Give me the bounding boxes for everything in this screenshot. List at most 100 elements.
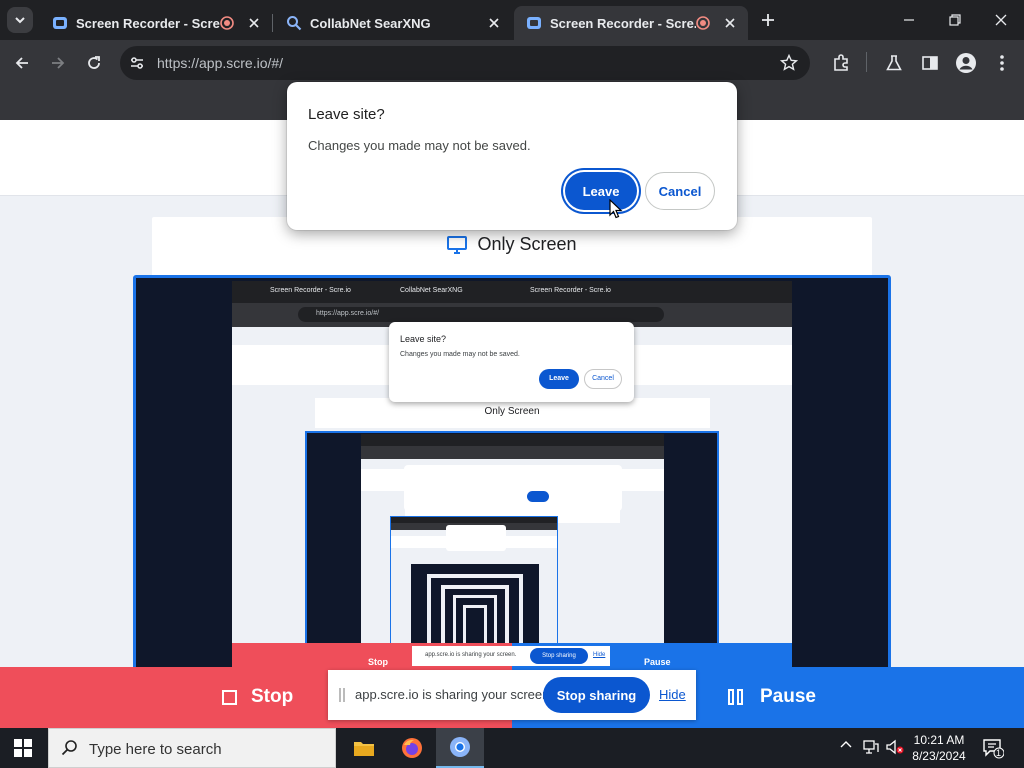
windows-taskbar: Type here to search 10:21 AM 8/23/2024 1: [0, 728, 1024, 768]
stop-square-icon: [222, 689, 237, 705]
screen-recorder-favicon-icon: [527, 17, 541, 29]
tab-collabnet-searxng[interactable]: CollabNet SearXNG: [274, 6, 512, 40]
tab-separator: [272, 14, 273, 32]
close-tab-icon[interactable]: [722, 15, 738, 31]
tab-title: Screen Recorder - Scre.io: [550, 15, 696, 31]
search-placeholder: Type here to search: [89, 741, 222, 758]
only-screen-label: Only Screen: [477, 234, 577, 254]
preview-level-3: [390, 516, 558, 646]
tab-title: Screen Recorder - Scre.io: [76, 15, 220, 31]
cancel-button[interactable]: Cancel: [645, 172, 715, 210]
system-clock[interactable]: 10:21 AM 8/23/2024: [908, 732, 970, 764]
drag-handle-icon[interactable]: [339, 688, 345, 702]
preview-dialog: Leave site? Changes you made may not be …: [389, 322, 634, 402]
preview-stop: Stop: [368, 657, 388, 667]
screen-preview: Screen Recorder - Scre.io CollabNet Sear…: [133, 275, 891, 667]
preview-dialog-message: Changes you made may not be saved.: [400, 351, 520, 358]
close-window-button[interactable]: [978, 0, 1024, 40]
clock-date: 8/23/2024: [912, 749, 966, 763]
leave-site-dialog: Leave site? Changes you made may not be …: [287, 82, 737, 230]
taskbar-search-box[interactable]: Type here to search: [48, 728, 336, 768]
side-panel-button[interactable]: [919, 52, 941, 74]
recording-icon: [696, 16, 710, 30]
notification-badge: 1: [996, 748, 1002, 758]
labs-button[interactable]: [883, 52, 905, 74]
chevron-up-icon[interactable]: [839, 738, 853, 752]
pause-recording-button[interactable]: Pause: [728, 686, 816, 708]
toolbar-divider: [866, 52, 867, 72]
search-icon: [61, 740, 77, 756]
side-panel-icon: [922, 56, 938, 70]
arrow-right-icon: [52, 57, 65, 69]
preview-only-screen: Only Screen: [484, 406, 540, 417]
pause-label: Pause: [760, 686, 816, 707]
chrome-taskbar-button[interactable]: [436, 728, 484, 768]
preview-level-2: [361, 434, 664, 667]
reload-button[interactable]: [80, 49, 108, 77]
close-icon: [995, 14, 1007, 26]
back-button[interactable]: [8, 49, 36, 77]
minimize-button[interactable]: [886, 0, 932, 40]
clock-time: 10:21 AM: [913, 733, 965, 747]
dialog-message: Changes you made may not be saved.: [308, 138, 531, 153]
new-tab-button[interactable]: [756, 8, 780, 32]
tab-title: CollabNet SearXNG: [310, 15, 431, 31]
reload-icon: [88, 56, 100, 69]
stop-sharing-button[interactable]: Stop sharing: [543, 677, 650, 713]
close-tab-icon[interactable]: [246, 15, 262, 31]
preview-recorder-bar: Stop app.scre.io is sharing your screen.…: [232, 643, 792, 667]
hide-link[interactable]: Hide: [659, 687, 686, 702]
restore-button[interactable]: [932, 0, 978, 40]
flask-icon: [886, 55, 902, 71]
leave-button[interactable]: Leave: [565, 172, 637, 210]
preview-level-2-frame: [305, 431, 719, 667]
pause-icon: [728, 689, 746, 705]
stop-label: Stop: [251, 686, 294, 707]
menu-button[interactable]: [991, 52, 1013, 74]
tab-screen-recorder-active[interactable]: Screen Recorder - Scre.io: [514, 6, 748, 40]
preview-pause: Pause: [644, 657, 671, 667]
firefox-icon: [402, 738, 422, 758]
sharing-status-text: app.scre.io is sharing your screen.: [355, 687, 553, 702]
monitor-icon: [447, 235, 468, 254]
preview-tab-3: Screen Recorder - Scre.io: [530, 287, 611, 294]
preview-tab-2: CollabNet SearXNG: [400, 287, 463, 294]
profile-button[interactable]: [955, 52, 977, 74]
folder-icon: [354, 742, 374, 756]
extensions-button[interactable]: [830, 52, 852, 74]
screen-recorder-favicon-icon: [53, 17, 67, 29]
restore-icon: [949, 14, 961, 26]
preview-hide: Hide: [593, 652, 606, 658]
notification-center-button[interactable]: 1: [982, 737, 1005, 764]
file-explorer-taskbar-button[interactable]: [340, 728, 388, 768]
browser-toolbar: https://app.scre.io/#/: [0, 40, 1024, 86]
site-settings-icon[interactable]: [129, 55, 145, 71]
chevron-down-icon: [15, 17, 25, 24]
address-bar[interactable]: https://app.scre.io/#/: [120, 46, 810, 80]
puzzle-icon: [834, 54, 848, 71]
network-icon[interactable]: [862, 738, 880, 756]
only-screen-option[interactable]: Only Screen: [0, 234, 1024, 255]
volume-muted-icon[interactable]: [885, 738, 905, 756]
firefox-taskbar-button[interactable]: [388, 728, 436, 768]
url-text: https://app.scre.io/#/: [157, 55, 284, 71]
preview-level-1: Screen Recorder - Scre.io CollabNet Sear…: [232, 281, 792, 667]
minimize-icon: [904, 19, 914, 21]
preview-stop-sharing: Stop sharing: [530, 648, 588, 664]
preview-tabstrip: Screen Recorder - Scre.io CollabNet Sear…: [232, 281, 792, 303]
plus-icon: [762, 14, 774, 26]
chrome-icon: [450, 737, 470, 757]
tab-search-button[interactable]: [7, 7, 33, 33]
windows-start-icon[interactable]: [14, 739, 32, 757]
preview-url: https://app.scre.io/#/: [316, 310, 380, 317]
stop-recording-button[interactable]: Stop: [222, 686, 293, 708]
forward-button[interactable]: [44, 49, 72, 77]
preview-leave: Leave: [539, 369, 579, 389]
tab-screen-recorder-1[interactable]: Screen Recorder - Scre.io: [40, 6, 272, 40]
preview-cancel: Cancel: [584, 369, 622, 389]
preview-dialog-title: Leave site?: [400, 334, 447, 344]
bookmark-star-icon[interactable]: [780, 54, 798, 72]
close-tab-icon[interactable]: [486, 15, 502, 31]
preview-share-text: app.scre.io is sharing your screen.: [425, 652, 517, 658]
preview-tab-1: Screen Recorder - Scre.io: [270, 287, 351, 294]
